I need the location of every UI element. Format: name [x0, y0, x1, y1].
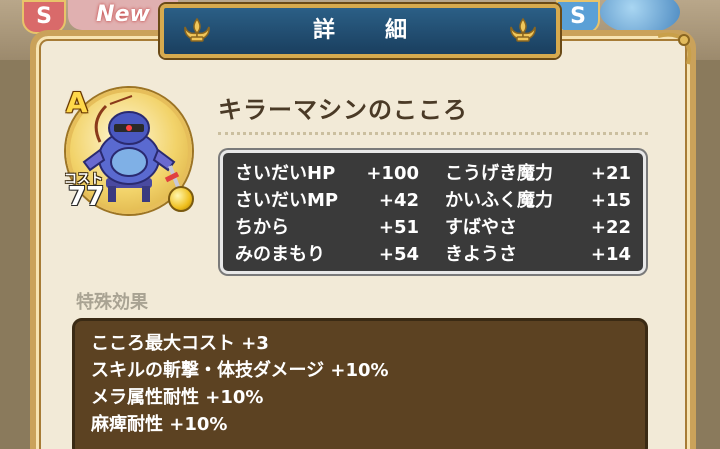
divider — [218, 132, 648, 135]
fleur-de-lis-icon — [510, 17, 536, 42]
special-effects-heading: 特殊効果 — [76, 292, 148, 313]
monster-name: キラーマシンのこころ — [218, 96, 468, 124]
stat-row: さいだいHP +100 こうげき魔力 +21 — [223, 160, 643, 187]
stat-row: さいだいMP +42 かいふく魔力 +15 — [223, 187, 643, 214]
stat-name: こうげき魔力 — [445, 163, 553, 184]
stats-table: さいだいHP +100 こうげき魔力 +21 さいだいMP +42 かいふく魔力… — [220, 150, 646, 274]
effect-item: こころ最大コスト +3 — [91, 333, 269, 354]
stat-value: +42 — [378, 190, 419, 211]
page-title: 詳 細 — [312, 18, 421, 43]
stat-value: +100 — [366, 163, 419, 184]
stat-row: ちから +51 すばやさ +22 — [223, 214, 643, 241]
stat-value: +54 — [378, 244, 419, 265]
stat-row: みのまもり +54 きようさ +14 — [223, 241, 643, 268]
title-banner: 詳 細 — [160, 4, 560, 58]
effect-item: 麻痺耐性 +10% — [91, 414, 228, 435]
stat-name: かいふく魔力 — [445, 190, 553, 211]
stat-name: ちから — [235, 217, 289, 238]
stat-value: +21 — [590, 163, 631, 184]
stat-name: すばやさ — [445, 217, 517, 238]
effect-item: メラ属性耐性 +10% — [91, 387, 264, 408]
stat-value: +14 — [590, 244, 631, 265]
gold-orb-icon — [168, 186, 194, 212]
background-s-badge-right: S — [556, 0, 600, 34]
background-orb — [600, 0, 680, 34]
stat-value: +15 — [590, 190, 631, 211]
stat-value: +22 — [590, 217, 631, 238]
stat-name: さいだいHP — [235, 163, 336, 184]
corner-ornament-icon — [657, 32, 692, 65]
stat-name: さいだいMP — [235, 190, 339, 211]
effect-item: スキルの斬撃・体技ダメージ +10% — [91, 360, 389, 381]
cost-value: 77 — [68, 182, 105, 212]
stat-name: きようさ — [445, 244, 517, 265]
stat-name: みのまもり — [235, 244, 325, 265]
special-effects-list: こころ最大コスト +3 スキルの斬撃・体技ダメージ +10% メラ属性耐性 +1… — [72, 318, 648, 449]
stat-value: +51 — [378, 217, 419, 238]
rank-badge: A — [66, 86, 88, 119]
background-s-badge-left: S — [22, 0, 66, 34]
